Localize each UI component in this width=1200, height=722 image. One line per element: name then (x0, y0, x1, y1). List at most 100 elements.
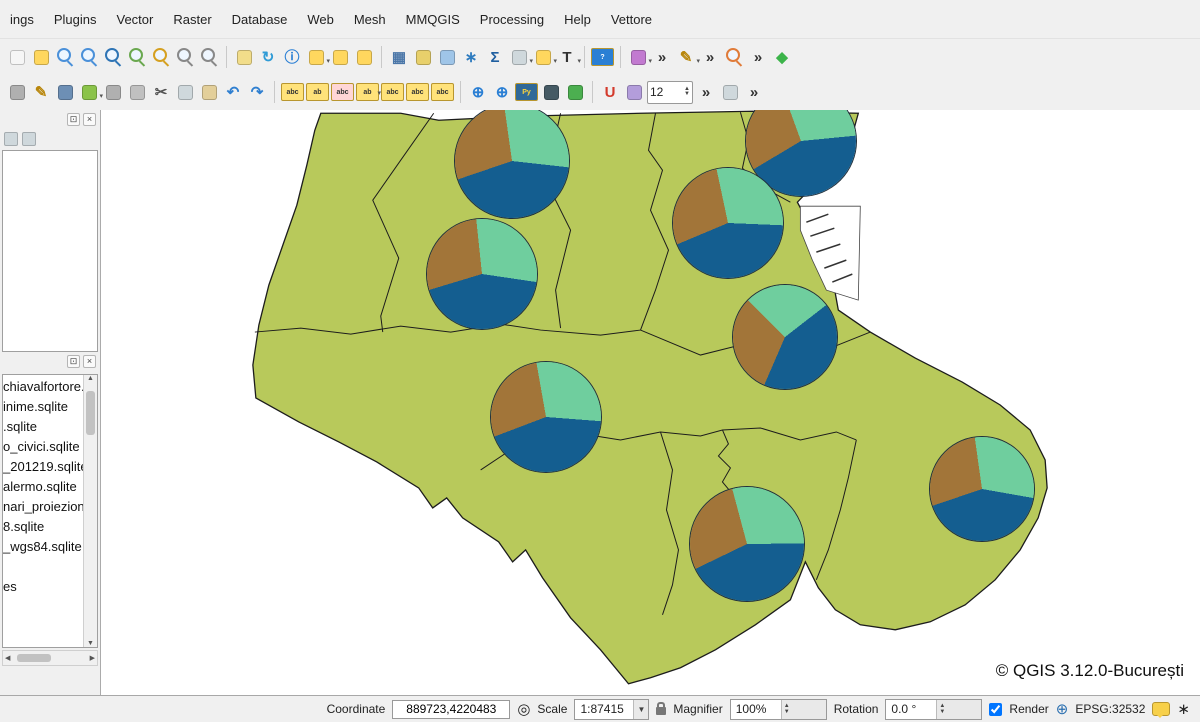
browser-float-button[interactable]: ⊡ (67, 355, 80, 368)
toolbar-overflow3-icon[interactable]: » (747, 46, 769, 68)
undo-icon[interactable]: ↶ (222, 81, 244, 103)
zoom-out-icon[interactable] (78, 46, 100, 68)
rotation-spinbox[interactable]: 0.0 ° ▲▼ (885, 699, 982, 720)
paste-features-icon[interactable] (198, 81, 220, 103)
text-annotation-icon[interactable]: T▾ (556, 46, 578, 68)
show-hide-labels-icon[interactable]: ab▾ (356, 83, 379, 101)
vector-edit-icon[interactable]: ✎▾ (675, 46, 697, 68)
add-feature-icon[interactable]: ▾ (78, 81, 100, 103)
scroll-up-icon[interactable]: ▲ (87, 375, 94, 382)
change-label-icon[interactable]: abc (431, 83, 454, 101)
layers-tree[interactable] (2, 150, 98, 352)
menu-raster[interactable]: Raster (163, 7, 221, 32)
menu-mesh[interactable]: Mesh (344, 7, 396, 32)
zoom-to-layer-icon[interactable] (126, 46, 148, 68)
map-tips-icon[interactable]: ▾ (532, 46, 554, 68)
toolbar-overflow-icon[interactable]: » (651, 46, 673, 68)
coordinate-input[interactable] (392, 700, 510, 719)
filter-legend-icon[interactable] (22, 132, 36, 146)
font-size-spinbox[interactable]: 12▲▼ (647, 81, 693, 104)
field-calculator-icon[interactable] (412, 46, 434, 68)
zoom-next-icon[interactable] (198, 46, 220, 68)
rotate-label-icon[interactable]: abc (406, 83, 429, 101)
deselect-features-icon[interactable] (329, 46, 351, 68)
menu-processing[interactable]: Processing (470, 7, 554, 32)
scale-combobox[interactable]: 1:87415 ▼ (574, 699, 649, 720)
menu-mmqgis[interactable]: MMQGIS (396, 7, 470, 32)
browser-close-button[interactable]: × (83, 355, 96, 368)
magnifier-spinbox[interactable]: 100% ▲▼ (730, 699, 827, 720)
highlight-labels-icon[interactable]: abc (331, 83, 354, 101)
scroll-left-icon[interactable]: ◀ (5, 654, 10, 662)
pan-map-icon[interactable] (6, 46, 28, 68)
layer-styling-icon[interactable] (4, 132, 18, 146)
map-canvas[interactable]: © QGIS 3.12.0-București (101, 110, 1200, 695)
epsg-label[interactable]: EPSG:32532 (1075, 702, 1145, 716)
menu-database[interactable]: Database (222, 7, 298, 32)
spin-arrows[interactable]: ▲▼ (936, 700, 981, 719)
toggle-editing-icon[interactable]: ✎ (30, 81, 52, 103)
task-gear-icon[interactable]: ∗ (1177, 700, 1190, 718)
style-manager-icon[interactable]: ▾ (627, 46, 649, 68)
vertical-scrollbar[interactable]: ▲ ▼ (83, 375, 97, 647)
chevron-down-icon[interactable]: ▼ (633, 700, 648, 719)
vertex-tool-icon[interactable] (102, 81, 124, 103)
menu-web[interactable]: Web (297, 7, 344, 32)
save-edits-icon[interactable] (54, 81, 76, 103)
horizontal-scrollbar[interactable]: ◀ ▶ (2, 650, 98, 666)
delete-selected-icon[interactable] (126, 81, 148, 103)
identify-features-icon[interactable]: ⓘ (281, 46, 303, 68)
python-console-icon[interactable]: Py (515, 83, 538, 101)
search-layers-icon[interactable] (540, 81, 562, 103)
redo-icon[interactable]: ↷ (246, 81, 268, 103)
elevation-profile-icon[interactable] (564, 81, 586, 103)
zoom-to-selection-icon[interactable] (150, 46, 172, 68)
select-by-form-icon[interactable] (353, 46, 375, 68)
pin-labels-icon[interactable]: ab (306, 83, 329, 101)
log-messages-icon[interactable] (1152, 702, 1170, 716)
measure-icon[interactable]: ▾ (508, 46, 530, 68)
web-service-icon[interactable]: ⊕ (491, 81, 513, 103)
spin-arrows[interactable]: ▲▼ (781, 700, 826, 719)
share-icon[interactable]: ◆ (771, 46, 793, 68)
scroll-right-icon[interactable]: ▶ (90, 654, 95, 662)
new-map-view-icon[interactable] (233, 46, 255, 68)
zoom-last-icon[interactable] (174, 46, 196, 68)
panel-float-button[interactable]: ⊡ (67, 113, 80, 126)
crs-globe-icon[interactable]: ⊕ (1056, 700, 1069, 718)
advanced-digitizing-icon[interactable] (6, 81, 28, 103)
move-label-icon[interactable]: abc (381, 83, 404, 101)
toolbar-overflow2-icon[interactable]: » (699, 46, 721, 68)
processing-toolbox-icon[interactable]: ∗ (460, 46, 482, 68)
snapping-magnet-icon[interactable]: U (599, 81, 621, 103)
menu-plugins[interactable]: Plugins (44, 7, 107, 32)
copy-features-icon[interactable] (174, 81, 196, 103)
menu-vector[interactable]: Vector (107, 7, 164, 32)
layout-manager-icon[interactable] (436, 46, 458, 68)
zoom-in-icon[interactable] (54, 46, 76, 68)
select-features-icon[interactable]: ▾ (305, 46, 327, 68)
extent-toggle-icon[interactable]: ◎ (517, 700, 530, 718)
scrollbar-thumb-h[interactable] (17, 654, 51, 662)
toolbar2-overflow-icon[interactable]: » (695, 81, 717, 103)
scale-lock-icon[interactable] (656, 707, 666, 715)
copy-style-icon[interactable] (719, 81, 741, 103)
render-checkbox[interactable] (989, 703, 1002, 716)
menu-vettore[interactable]: Vettore (601, 7, 662, 32)
tracing-icon[interactable] (623, 81, 645, 103)
pan-to-selection-icon[interactable] (30, 46, 52, 68)
metasearch-icon[interactable]: ⊕ (467, 81, 489, 103)
help-icon[interactable]: ? (591, 48, 614, 66)
osm-place-search-icon[interactable] (723, 46, 745, 68)
menu-ings[interactable]: ings (0, 7, 44, 32)
scroll-down-icon[interactable]: ▼ (87, 640, 94, 647)
zoom-full-icon[interactable] (102, 46, 124, 68)
statistics-icon[interactable]: Σ (484, 46, 506, 68)
scrollbar-thumb[interactable] (86, 391, 95, 435)
panel-close-button[interactable]: × (83, 113, 96, 126)
attribute-table-icon[interactable]: ▦ (388, 46, 410, 68)
menu-help[interactable]: Help (554, 7, 601, 32)
cut-features-icon[interactable]: ✂ (150, 81, 172, 103)
labeling-options-icon[interactable]: abc (281, 83, 304, 101)
toolbar2-overflow2-icon[interactable]: » (743, 81, 765, 103)
